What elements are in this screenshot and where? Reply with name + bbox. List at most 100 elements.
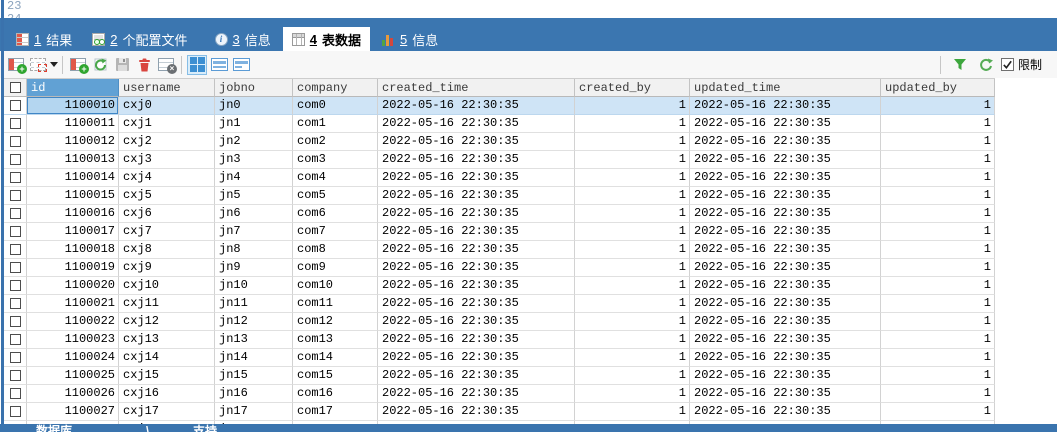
cell-jobno[interactable]: jn11 (215, 295, 293, 313)
table-row[interactable]: 1100013 cxj3 jn3 com3 2022-05-16 22:30:3… (4, 151, 995, 169)
row-checkbox-cell[interactable] (4, 223, 27, 241)
row-checkbox[interactable] (10, 280, 21, 291)
cell-updated-by[interactable]: 1 (881, 403, 995, 421)
row-checkbox-cell[interactable] (4, 367, 27, 385)
cell-jobno[interactable]: jn16 (215, 385, 293, 403)
row-checkbox-cell[interactable] (4, 259, 27, 277)
cell-jobno[interactable]: jn14 (215, 349, 293, 367)
cell-created-by[interactable]: 1 (575, 295, 690, 313)
cell-username[interactable]: cxj15 (119, 367, 215, 385)
cell-created-time[interactable]: 2022-05-16 22:30:35 (378, 385, 575, 403)
cell-jobno[interactable]: jn2 (215, 133, 293, 151)
cell-id[interactable]: 1100017 (27, 223, 119, 241)
cell-updated-time[interactable]: 2022-05-16 22:30:35 (690, 223, 881, 241)
cell-created-by[interactable]: 1 (575, 205, 690, 223)
cell-updated-time[interactable]: 2022-05-16 22:30:35 (690, 151, 881, 169)
cell-company[interactable]: com12 (293, 313, 378, 331)
row-checkbox-cell[interactable] (4, 241, 27, 259)
cell-updated-by[interactable]: 1 (881, 169, 995, 187)
form-view-button[interactable] (208, 54, 230, 76)
cell-created-time[interactable]: 2022-05-16 22:30:35 (378, 313, 575, 331)
cell-id[interactable]: 1100020 (27, 277, 119, 295)
row-checkbox[interactable] (10, 352, 21, 363)
row-checkbox[interactable] (10, 370, 21, 381)
column-header-created-by[interactable]: created_by (575, 79, 690, 97)
cell-id[interactable]: 1100019 (27, 259, 119, 277)
row-checkbox[interactable] (10, 406, 21, 417)
row-checkbox[interactable] (10, 298, 21, 309)
cell-updated-time[interactable]: 2022-05-16 22:30:35 (690, 115, 881, 133)
cell-jobno[interactable]: jn7 (215, 223, 293, 241)
cell-created-time[interactable]: 2022-05-16 22:30:35 (378, 205, 575, 223)
cell-created-by[interactable]: 1 (575, 313, 690, 331)
cell-jobno[interactable]: jn5 (215, 187, 293, 205)
cell-id[interactable]: 1100023 (27, 331, 119, 349)
duplicate-row-button[interactable] (27, 54, 49, 76)
table-row[interactable]: 1100011 cxj1 jn1 com1 2022-05-16 22:30:3… (4, 115, 995, 133)
row-checkbox[interactable] (10, 172, 21, 183)
cell-company[interactable]: com14 (293, 349, 378, 367)
cell-created-by[interactable]: 1 (575, 97, 690, 115)
cell-updated-time[interactable]: 2022-05-16 22:30:35 (690, 331, 881, 349)
select-all-checkbox-cell[interactable] (4, 79, 27, 97)
cell-created-time[interactable]: 2022-05-16 22:30:35 (378, 241, 575, 259)
row-checkbox[interactable] (10, 208, 21, 219)
column-header-updated-by[interactable]: updated_by (881, 79, 995, 97)
tab-result[interactable]: 1 结果 (7, 27, 81, 51)
cell-created-time[interactable]: 2022-05-16 22:30:35 (378, 151, 575, 169)
cell-updated-by[interactable]: 1 (881, 259, 995, 277)
cell-created-by[interactable]: 1 (575, 331, 690, 349)
cell-updated-time[interactable]: 2022-05-16 22:30:35 (690, 403, 881, 421)
column-header-company[interactable]: company (293, 79, 378, 97)
row-checkbox-cell[interactable] (4, 97, 27, 115)
text-view-button[interactable] (230, 54, 252, 76)
row-checkbox-cell[interactable] (4, 187, 27, 205)
cell-updated-time[interactable]: 2022-05-16 22:30:35 (690, 241, 881, 259)
cell-jobno[interactable]: jn17 (215, 403, 293, 421)
cell-company[interactable]: com4 (293, 169, 378, 187)
cell-jobno[interactable]: jn10 (215, 277, 293, 295)
cell-id[interactable]: 1100021 (27, 295, 119, 313)
column-header-updated-time[interactable]: updated_time (690, 79, 881, 97)
cell-company[interactable]: com17 (293, 403, 378, 421)
cell-username[interactable]: cxj8 (119, 241, 215, 259)
table-row[interactable]: 1100019 cxj9 jn9 com9 2022-05-16 22:30:3… (4, 259, 995, 277)
row-checkbox[interactable] (10, 154, 21, 165)
grid-view-button[interactable] (186, 54, 208, 76)
tab-info-5[interactable]: 5 信息 (373, 27, 447, 51)
cell-jobno[interactable]: jn9 (215, 259, 293, 277)
cell-updated-by[interactable]: 1 (881, 277, 995, 295)
cell-username[interactable]: cxj16 (119, 385, 215, 403)
row-checkbox-cell[interactable] (4, 169, 27, 187)
table-row[interactable]: 1100022 cxj12 jn12 com12 2022-05-16 22:3… (4, 313, 995, 331)
cell-updated-time[interactable]: 2022-05-16 22:30:35 (690, 169, 881, 187)
cell-updated-time[interactable]: 2022-05-16 22:30:35 (690, 97, 881, 115)
filter-button[interactable] (949, 54, 971, 76)
cell-created-time[interactable]: 2022-05-16 22:30:35 (378, 133, 575, 151)
cell-updated-time[interactable]: 2022-05-16 22:30:35 (690, 259, 881, 277)
table-row[interactable]: 1100027 cxj17 jn17 com17 2022-05-16 22:3… (4, 403, 995, 421)
table-row[interactable]: 1100026 cxj16 jn16 com16 2022-05-16 22:3… (4, 385, 995, 403)
cell-updated-by[interactable]: 1 (881, 385, 995, 403)
row-checkbox[interactable] (10, 262, 21, 273)
column-header-id[interactable]: id (27, 79, 119, 97)
cell-id[interactable]: 1100016 (27, 205, 119, 223)
cell-id[interactable]: 1100015 (27, 187, 119, 205)
cell-username[interactable]: cxj7 (119, 223, 215, 241)
row-checkbox[interactable] (10, 100, 21, 111)
cell-username[interactable]: cxj17 (119, 403, 215, 421)
row-checkbox-cell[interactable] (4, 205, 27, 223)
cell-id[interactable]: 1100018 (27, 241, 119, 259)
table-row[interactable]: 1100023 cxj13 jn13 com13 2022-05-16 22:3… (4, 331, 995, 349)
tab-profiles[interactable]: 2 个配置文件 (83, 27, 196, 51)
table-row[interactable]: 1100014 cxj4 jn4 com4 2022-05-16 22:30:3… (4, 169, 995, 187)
table-row[interactable]: 1100020 cxj10 jn10 com10 2022-05-16 22:3… (4, 277, 995, 295)
cell-company[interactable]: com13 (293, 331, 378, 349)
cell-username[interactable]: cxj14 (119, 349, 215, 367)
row-checkbox-cell[interactable] (4, 133, 27, 151)
cell-created-time[interactable]: 2022-05-16 22:30:35 (378, 277, 575, 295)
cell-created-time[interactable]: 2022-05-16 22:30:35 (378, 223, 575, 241)
post-changes-button[interactable]: + (67, 54, 89, 76)
cell-created-by[interactable]: 1 (575, 403, 690, 421)
cell-created-time[interactable]: 2022-05-16 22:30:35 (378, 169, 575, 187)
